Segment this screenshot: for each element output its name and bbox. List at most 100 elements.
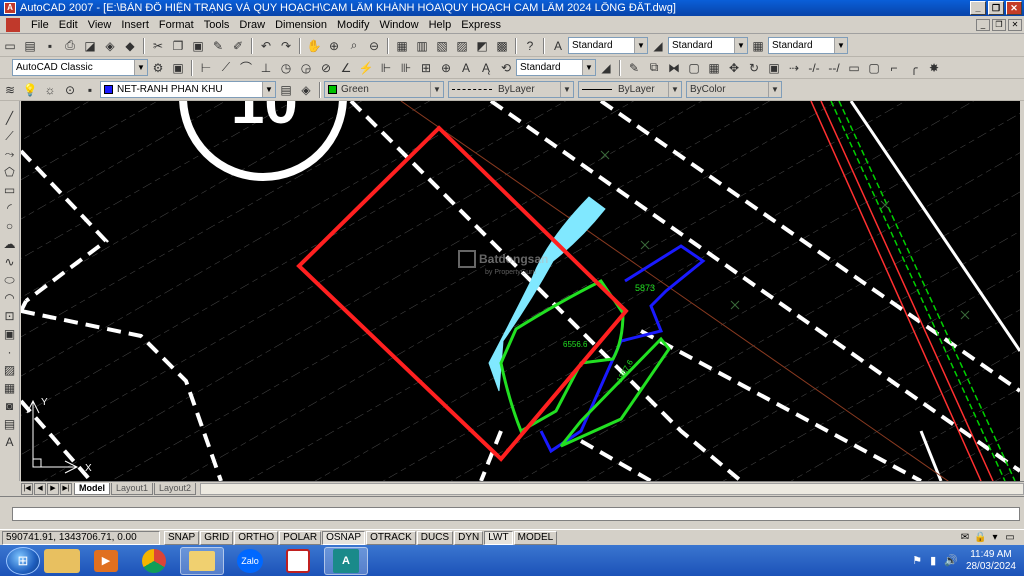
table-style-select[interactable]: Standard ▼ <box>768 37 848 54</box>
bank-app-icon[interactable] <box>276 547 320 575</box>
workspace-select[interactable]: AutoCAD Classic ▼ <box>12 59 148 76</box>
array-icon[interactable]: ▦ <box>706 60 722 76</box>
zoom-realtime-icon[interactable]: ⊕ <box>326 38 342 54</box>
first-tab-icon[interactable]: |◀ <box>21 482 33 495</box>
document-icon[interactable] <box>6 17 20 32</box>
file-manager-icon[interactable] <box>180 546 224 575</box>
open-file-icon[interactable]: ▤ <box>22 38 38 54</box>
status-menu-icon[interactable]: ▾ <box>989 532 1001 544</box>
redo-icon[interactable]: ↷ <box>278 38 294 54</box>
join-icon[interactable]: ▢ <box>866 60 882 76</box>
make-current-layer-icon[interactable]: ▤ <box>278 82 294 98</box>
table-style-icon[interactable]: ▦ <box>750 38 766 54</box>
horizontal-scrollbar[interactable] <box>200 482 1024 495</box>
new-file-icon[interactable]: ▭ <box>2 38 18 54</box>
quick-dim-icon[interactable]: ⚡ <box>358 60 374 76</box>
cut-icon[interactable]: ✂ <box>150 38 166 54</box>
otrack-toggle[interactable]: OTRACK <box>366 530 416 545</box>
menu-view[interactable]: View <box>83 19 117 31</box>
continue-dim-icon[interactable]: ⊪ <box>398 60 414 76</box>
polyline-icon[interactable]: ⤳ <box>2 146 18 162</box>
doc-minimize-button[interactable]: _ <box>976 18 990 31</box>
plot-preview-icon[interactable]: ◪ <box>82 38 98 54</box>
extend-icon[interactable]: --/ <box>826 60 842 76</box>
circle-icon[interactable]: ○ <box>2 218 18 234</box>
insert-block-icon[interactable]: ⊡ <box>2 308 18 324</box>
close-button[interactable]: ✕ <box>1006 1 1022 15</box>
stretch-icon[interactable]: ⇢ <box>786 60 802 76</box>
fillet-icon[interactable]: ╭ <box>906 60 922 76</box>
sheet-set-icon[interactable]: ▨ <box>454 38 470 54</box>
communication-center-icon[interactable]: ✉ <box>959 532 971 544</box>
menu-express[interactable]: Express <box>456 19 506 31</box>
clock[interactable]: 11:49 AM 28/03/2024 <box>966 549 1016 573</box>
radius-dim-icon[interactable]: ◷ <box>278 60 294 76</box>
volume-icon[interactable]: 🔊 <box>944 554 958 567</box>
tab-layout1[interactable]: Layout1 <box>111 482 154 495</box>
offset-icon[interactable]: ▢ <box>686 60 702 76</box>
clean-screen-icon[interactable]: ▭ <box>1004 532 1016 544</box>
zoom-previous-icon[interactable]: ⊖ <box>366 38 382 54</box>
tab-layout2[interactable]: Layout2 <box>154 482 197 495</box>
table-icon[interactable]: ▤ <box>2 416 18 432</box>
markup-icon[interactable]: ◩ <box>474 38 490 54</box>
explode-icon[interactable]: ✸ <box>926 60 942 76</box>
polygon-icon[interactable]: ⬠ <box>2 164 18 180</box>
dim-edit-icon[interactable]: A <box>458 60 474 76</box>
windows-explorer-icon[interactable] <box>44 548 80 573</box>
line-icon[interactable]: ╱ <box>2 110 18 126</box>
ducs-toggle[interactable]: DUCS <box>416 530 454 545</box>
workspace-save-icon[interactable]: ▣ <box>170 60 186 76</box>
vertical-scrollbar[interactable] <box>1020 101 1024 481</box>
spline-icon[interactable]: ∿ <box>2 254 18 270</box>
jogged-dim-icon[interactable]: ◶ <box>298 60 314 76</box>
help-icon[interactable]: ? <box>522 38 538 54</box>
multiline-text-icon[interactable]: A <box>2 434 18 450</box>
region-icon[interactable]: ◙ <box>2 398 18 414</box>
menu-window[interactable]: Window <box>374 19 423 31</box>
menu-format[interactable]: Format <box>154 19 199 31</box>
linear-dim-icon[interactable]: ⊢ <box>198 60 214 76</box>
angular-dim-icon[interactable]: ∠ <box>338 60 354 76</box>
dim-style-select[interactable]: Standard ▼ <box>668 37 748 54</box>
color-select[interactable]: Green ▼ <box>324 81 444 98</box>
dyn-toggle[interactable]: DYN <box>454 530 484 545</box>
zoom-window-icon[interactable]: ⌕ <box>346 38 362 54</box>
construction-line-icon[interactable]: ⟋ <box>2 128 18 144</box>
publish-icon[interactable]: ◈ <box>102 38 118 54</box>
center-mark-icon[interactable]: ⊕ <box>438 60 454 76</box>
tolerance-icon[interactable]: ⊞ <box>418 60 434 76</box>
last-tab-icon[interactable]: ▶| <box>60 482 72 495</box>
text-style-select[interactable]: Standard ▼ <box>568 37 648 54</box>
revision-cloud-icon[interactable]: ☁ <box>2 236 18 252</box>
ellipse-icon[interactable]: ⬭ <box>2 272 18 288</box>
3d-dwf-icon[interactable]: ◆ <box>122 38 138 54</box>
dim-text-edit-icon[interactable]: Ą <box>478 60 494 76</box>
menu-tools[interactable]: Tools <box>199 19 235 31</box>
lineweight-select[interactable]: ByLayer ▼ <box>578 81 682 98</box>
layer-previous-icon[interactable]: ◈ <box>298 82 314 98</box>
lock-toolbar-icon[interactable]: 🔒 <box>974 532 986 544</box>
drawing-canvas[interactable]: 10 5873 6556.6 1867.6 Batdongsan by Prop… <box>21 101 1020 481</box>
make-block-icon[interactable]: ▣ <box>2 326 18 342</box>
hatch-icon[interactable]: ▨ <box>2 362 18 378</box>
properties-icon[interactable]: ▦ <box>394 38 410 54</box>
aligned-dim-icon[interactable]: ⟋ <box>218 60 234 76</box>
doc-close-button[interactable]: ✕ <box>1008 18 1022 31</box>
rotate-icon[interactable]: ↻ <box>746 60 762 76</box>
tool-palettes-icon[interactable]: ▧ <box>434 38 450 54</box>
restore-button[interactable]: ❐ <box>988 1 1004 15</box>
network-icon[interactable]: ▮ <box>930 554 936 567</box>
menu-edit[interactable]: Edit <box>54 19 83 31</box>
doc-restore-button[interactable]: ❐ <box>992 18 1006 31</box>
gradient-icon[interactable]: ▦ <box>2 380 18 396</box>
plot-icon[interactable]: ⎙ <box>62 38 78 54</box>
move-icon[interactable]: ✥ <box>726 60 742 76</box>
match-properties-icon[interactable]: ✎ <box>210 38 226 54</box>
snap-toggle[interactable]: SNAP <box>164 530 200 545</box>
menu-file[interactable]: File <box>26 19 54 31</box>
arc-length-icon[interactable]: ⌒ <box>238 60 254 76</box>
osnap-toggle[interactable]: OSNAP <box>322 530 366 545</box>
baseline-dim-icon[interactable]: ⊩ <box>378 60 394 76</box>
plotstyle-select[interactable]: ByColor ▼ <box>686 81 782 98</box>
